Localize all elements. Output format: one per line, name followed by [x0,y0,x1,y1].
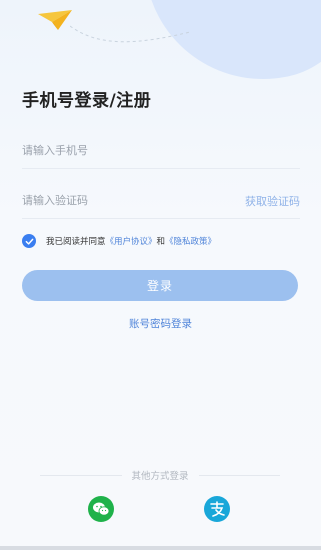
divider-line-right [198,474,281,476]
agreement-conjunction: 和 [156,237,166,247]
bottom-nav-bar [0,546,321,550]
wechat-login-button[interactable] [88,496,114,522]
other-login-label: 其他方式登录 [131,471,189,482]
agreement-row: 我已阅读并同意 《用户协议》 和 《隐私政策》 [22,234,216,248]
other-login-divider: 其他方式登录 [40,468,281,482]
paper-plane-icon [38,10,72,30]
verification-code-input[interactable] [22,190,222,210]
agreement-checkbox[interactable] [22,234,36,248]
alipay-icon [210,501,225,517]
login-button[interactable]: 登录 [22,270,298,301]
get-code-button[interactable]: 获取验证码 [245,193,300,209]
phone-field[interactable] [22,134,300,169]
phone-input[interactable] [22,140,222,160]
privacy-policy-link[interactable]: 《隐私政策》 [165,235,216,247]
verification-code-field[interactable]: 获取验证码 [22,184,300,219]
page-title: 手机号登录/注册 [22,91,152,111]
account-password-login-link[interactable]: 账号密码登录 [0,316,321,331]
agreement-prefix: 我已阅读并同意 [46,237,106,247]
divider-line-left [40,474,122,476]
wechat-icon [93,502,110,516]
dashed-trail-decoration [70,25,190,43]
check-icon [25,238,33,245]
user-agreement-link[interactable]: 《用户协议》 [106,235,157,247]
alipay-login-button[interactable] [204,496,230,522]
